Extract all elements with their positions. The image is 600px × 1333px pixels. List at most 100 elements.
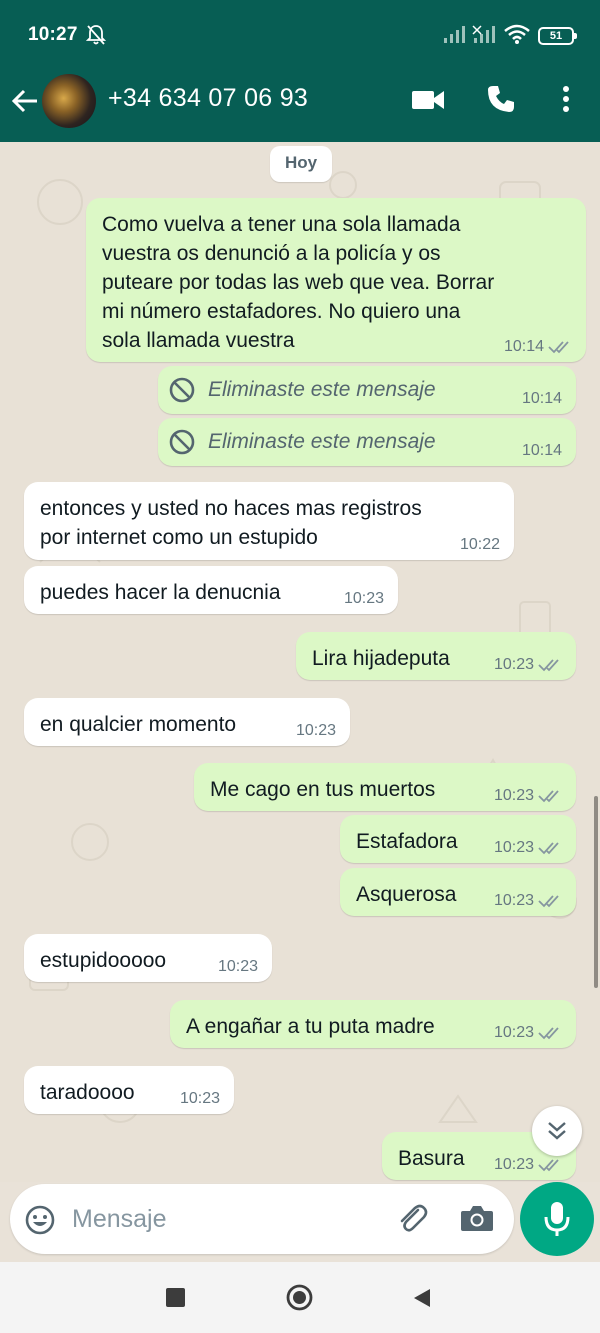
notifications-off-icon xyxy=(86,25,106,45)
message-time: 10:23 xyxy=(493,1156,534,1173)
status-time: 10:27 xyxy=(28,24,78,45)
message-meta: 10:22 xyxy=(460,536,500,554)
chat-scrollbar[interactable] xyxy=(594,796,598,988)
message-meta: 10:23 xyxy=(296,722,336,740)
message-line: puteare por todas las web que vea. Borra… xyxy=(102,271,495,294)
message-time: 10:14 xyxy=(521,390,562,407)
message-deleted[interactable]: Eliminaste este mensaje 10:14 xyxy=(158,366,576,414)
phone-call-icon[interactable] xyxy=(486,84,516,114)
system-navigation-bar xyxy=(0,1262,600,1333)
message-time: 10:14 xyxy=(521,442,562,459)
message-outgoing[interactable]: Me cago en tus muertos 10:23 xyxy=(194,763,576,811)
message-meta: 10:23 xyxy=(494,787,562,805)
message-meta: 10:23 xyxy=(344,590,384,608)
message-outgoing[interactable]: Como vuelva a tener una sola llamada vue… xyxy=(86,198,586,362)
recents-button[interactable] xyxy=(166,1288,185,1307)
deleted-message-text: Eliminaste este mensaje xyxy=(208,430,436,453)
status-bar: 10:27 51 xyxy=(0,0,600,72)
double-check-icon xyxy=(538,842,559,855)
message-line: vuestra os denunció a la policía y os xyxy=(102,242,441,265)
double-check-icon xyxy=(538,1159,559,1172)
paperclip-icon[interactable] xyxy=(394,1200,430,1236)
deleted-message-text: Eliminaste este mensaje xyxy=(208,378,436,401)
home-button[interactable] xyxy=(286,1284,313,1311)
message-time: 10:23 xyxy=(493,787,534,804)
message-text: A engañar a tu puta madre xyxy=(186,1015,435,1038)
message-incoming[interactable]: entonces y usted no haces mas registros … xyxy=(24,482,514,560)
message-text: Me cago en tus muertos xyxy=(210,778,436,801)
nav-back-button[interactable] xyxy=(410,1287,432,1309)
message-text: Asquerosa xyxy=(356,883,457,906)
microphone-icon xyxy=(544,1202,570,1236)
message-outgoing[interactable]: Asquerosa 10:23 xyxy=(340,868,576,916)
message-meta: 10:14 xyxy=(522,390,562,408)
message-line: sola llamada vuestra xyxy=(102,329,295,352)
signal-icon-2 xyxy=(472,25,495,43)
message-meta: 10:14 xyxy=(522,442,562,460)
message-line: mi número estafadores. No quiero una xyxy=(102,300,461,323)
message-composer xyxy=(10,1184,514,1254)
signal-icon-1 xyxy=(444,26,465,43)
voice-record-button[interactable] xyxy=(520,1182,594,1256)
video-call-icon[interactable] xyxy=(410,86,446,114)
message-line: por internet como un estupido xyxy=(40,526,318,549)
more-options-icon[interactable] xyxy=(556,84,576,114)
message-meta: 10:23 xyxy=(494,1156,562,1174)
message-text: taradoooo xyxy=(40,1081,135,1104)
message-text: estupidooooo xyxy=(40,949,167,972)
message-input[interactable] xyxy=(72,1202,382,1236)
message-incoming[interactable]: puedes hacer la denucnia 10:23 xyxy=(24,566,398,614)
double-check-icon xyxy=(538,659,559,672)
camera-icon[interactable] xyxy=(460,1202,494,1234)
message-meta: 10:23 xyxy=(180,1090,220,1108)
double-check-icon xyxy=(548,341,569,354)
message-text: Estafadora xyxy=(356,830,458,853)
message-time: 10:23 xyxy=(493,892,534,909)
message-incoming[interactable]: taradoooo 10:23 xyxy=(24,1066,234,1114)
double-check-icon xyxy=(538,1027,559,1040)
message-meta: 10:23 xyxy=(218,958,258,976)
message-time: 10:14 xyxy=(503,338,544,355)
message-time: 10:23 xyxy=(295,722,336,739)
message-text: Basura xyxy=(398,1147,465,1170)
message-line: entonces y usted no haces mas registros xyxy=(40,497,422,520)
message-text: Como vuelva a tener una sola llamada vue… xyxy=(102,210,494,355)
message-meta: 10:23 xyxy=(494,839,562,857)
block-icon xyxy=(169,377,195,403)
message-time: 10:23 xyxy=(179,1090,220,1107)
message-time: 10:23 xyxy=(217,958,258,975)
double-check-icon xyxy=(538,790,559,803)
message-incoming[interactable]: en qualcier momento 10:23 xyxy=(24,698,350,746)
double-chevron-down-icon xyxy=(548,1122,566,1140)
message-time: 10:22 xyxy=(459,536,500,553)
message-text: en qualcier momento xyxy=(40,713,237,736)
contact-name[interactable]: +34 634 07 06 93 xyxy=(108,84,308,113)
message-outgoing[interactable]: Estafadora 10:23 xyxy=(340,815,576,863)
contact-avatar[interactable] xyxy=(42,74,96,128)
message-time: 10:23 xyxy=(493,656,534,673)
message-meta: 10:23 xyxy=(494,1024,562,1042)
message-meta: 10:14 xyxy=(504,338,572,356)
message-incoming[interactable]: estupidooooo 10:23 xyxy=(24,934,272,982)
message-meta: 10:23 xyxy=(494,656,562,674)
date-divider: Hoy xyxy=(270,146,332,182)
message-line: Como vuelva a tener una sola llamada xyxy=(102,213,461,236)
message-text: puedes hacer la denucnia xyxy=(40,581,281,604)
wifi-icon xyxy=(504,24,530,44)
double-check-icon xyxy=(538,895,559,908)
message-time: 10:23 xyxy=(493,839,534,856)
message-meta: 10:23 xyxy=(494,892,562,910)
battery-indicator: 51 xyxy=(538,27,577,45)
back-arrow-icon[interactable] xyxy=(10,86,40,116)
emoji-icon[interactable] xyxy=(24,1204,56,1236)
message-time: 10:23 xyxy=(343,590,384,607)
message-deleted[interactable]: Eliminaste este mensaje 10:14 xyxy=(158,418,576,466)
message-outgoing[interactable]: A engañar a tu puta madre 10:23 xyxy=(170,1000,576,1048)
message-time: 10:23 xyxy=(493,1024,534,1041)
scroll-to-bottom-button[interactable] xyxy=(532,1106,582,1156)
message-text: Lira hijadeputa xyxy=(312,647,450,670)
message-text: entonces y usted no haces mas registros … xyxy=(40,494,422,552)
chat-header: +34 634 07 06 93 xyxy=(0,72,600,142)
message-outgoing[interactable]: Lira hijadeputa 10:23 xyxy=(296,632,576,680)
block-icon xyxy=(169,429,195,455)
